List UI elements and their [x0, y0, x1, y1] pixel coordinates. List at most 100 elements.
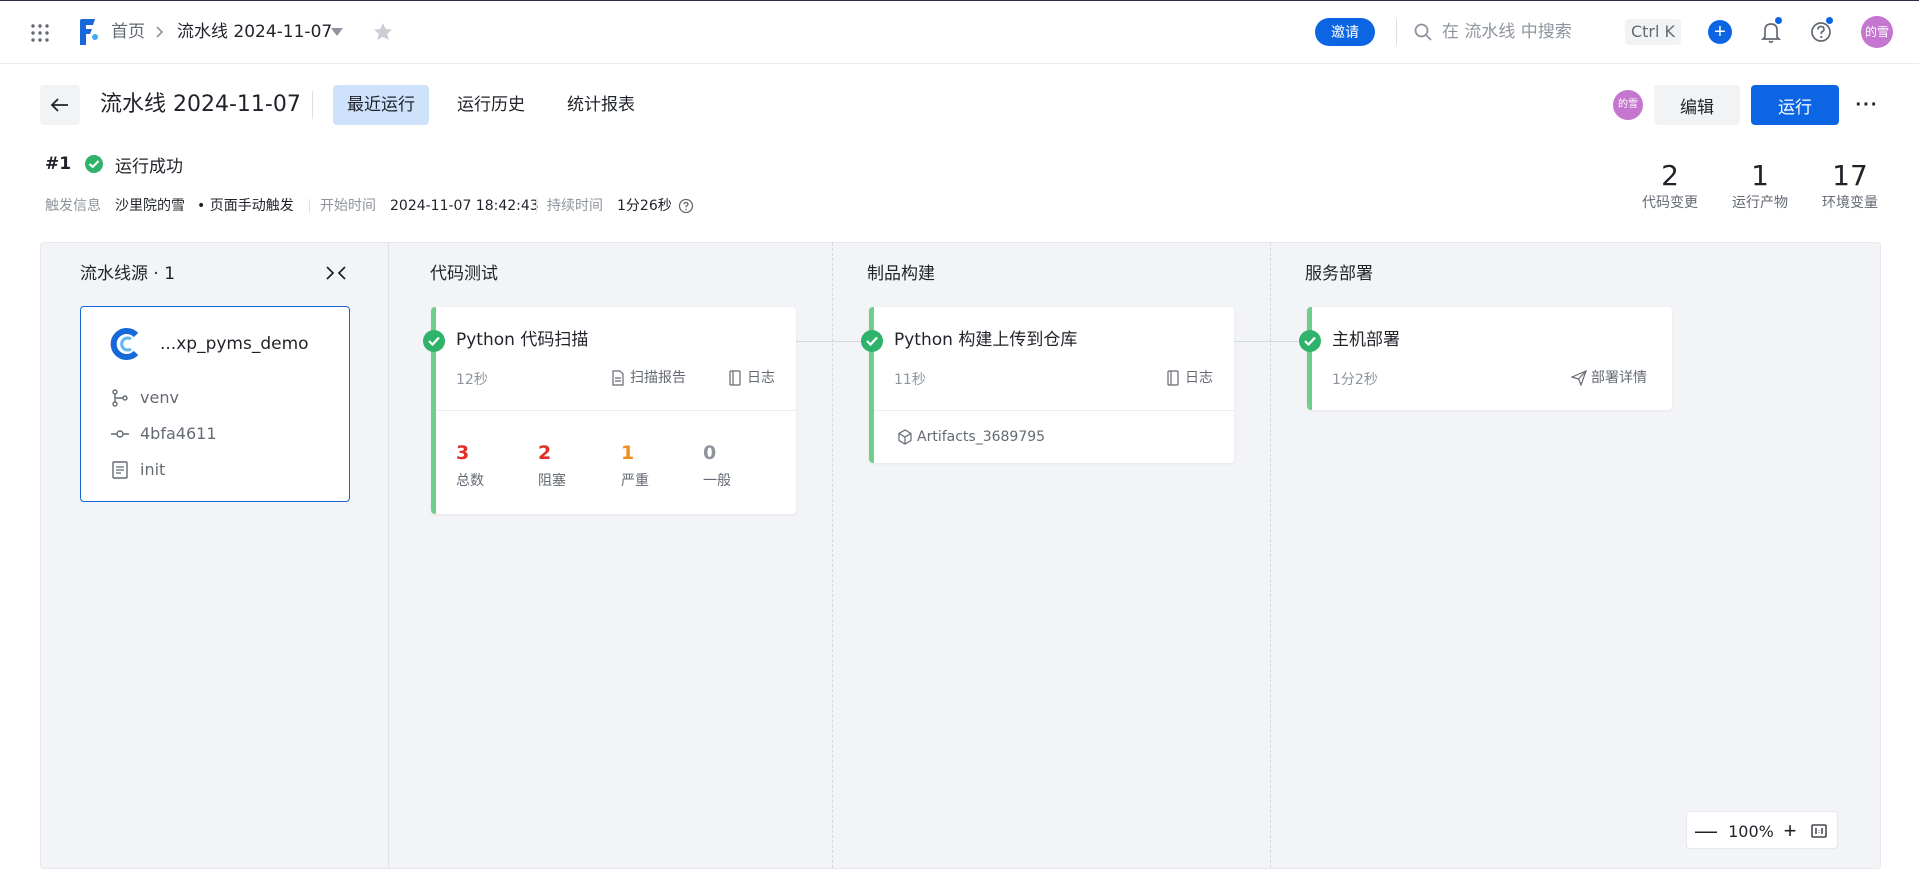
- edit-button[interactable]: 编辑: [1654, 85, 1740, 125]
- link-label: 日志: [1185, 370, 1213, 386]
- job-duration: 12秒: [456, 372, 488, 388]
- package-icon: [898, 429, 912, 445]
- zoom-out-button[interactable]: —: [1695, 820, 1717, 842]
- brand-logo-icon[interactable]: [77, 17, 99, 47]
- invite-button[interactable]: 邀请: [1315, 18, 1375, 46]
- metric-critical[interactable]: 1 严重: [621, 442, 649, 490]
- help-dot: [1825, 16, 1834, 25]
- metric-value: 2: [538, 442, 552, 464]
- job-name[interactable]: 主机部署: [1332, 328, 1400, 352]
- stat-value: 1: [1751, 159, 1769, 192]
- app-grid-icon[interactable]: [30, 23, 50, 43]
- stage-title-deploy: 服务部署: [1305, 264, 1373, 284]
- start-time-label: 开始时间: [320, 198, 376, 214]
- search-icon: [1414, 23, 1432, 41]
- more-options-button[interactable]: ···: [1853, 91, 1881, 119]
- metric-total[interactable]: 3 总数: [456, 442, 484, 490]
- stage-divider: [1270, 243, 1271, 868]
- job-duration: 11秒: [894, 372, 926, 388]
- git-branch-icon: [112, 389, 128, 407]
- create-button[interactable]: +: [1708, 20, 1732, 44]
- page-title: 流水线 2024-11-07: [100, 92, 301, 117]
- search-shortcut-badge: Ctrl K: [1625, 19, 1681, 45]
- tab-statistics[interactable]: 统计报表: [553, 85, 649, 125]
- success-check-icon: [1299, 330, 1321, 352]
- divider: [874, 410, 1234, 411]
- zoom-in-button[interactable]: +: [1779, 820, 1801, 842]
- arrow-left-icon: [50, 98, 68, 112]
- stage-divider: [832, 243, 833, 868]
- tab-run-history[interactable]: 运行历史: [443, 85, 539, 125]
- user-avatar[interactable]: 的雪: [1861, 16, 1893, 48]
- metric-value: 3: [456, 442, 470, 464]
- divider: [1396, 19, 1397, 45]
- stat-env-vars[interactable]: 17 环境变量: [1810, 159, 1890, 213]
- trigger-label: 触发信息: [45, 198, 101, 214]
- repo-name[interactable]: ...xp_pyms_demo: [160, 334, 309, 354]
- metric-blocker[interactable]: 2 阻塞: [538, 442, 566, 490]
- stat-artifacts[interactable]: 1 运行产物: [1720, 159, 1800, 213]
- source-panel-title: 流水线源 · 1: [80, 264, 176, 284]
- question-circle-icon[interactable]: [678, 198, 694, 214]
- job-name[interactable]: Python 构建上传到仓库: [894, 328, 1077, 352]
- commit-hash[interactable]: 4bfa4611: [140, 423, 217, 445]
- metric-label: 一般: [703, 473, 731, 489]
- stage-title-code-test: 代码测试: [430, 264, 498, 284]
- run-status: 运行成功: [115, 157, 183, 177]
- log-link[interactable]: 日志: [1167, 368, 1213, 388]
- run-button[interactable]: 运行: [1751, 85, 1839, 125]
- metric-normal[interactable]: 0 一般: [703, 442, 731, 490]
- run-number: #1: [45, 154, 72, 174]
- notification-dot: [1774, 16, 1783, 25]
- send-icon: [1571, 370, 1587, 386]
- stage-title-build: 制品构建: [867, 264, 935, 284]
- caret-down-icon[interactable]: [331, 28, 343, 36]
- branch-name: venv: [140, 388, 179, 407]
- owner-avatar[interactable]: 的雪: [1613, 90, 1643, 120]
- log-icon: [1167, 370, 1179, 386]
- breadcrumb-current[interactable]: 流水线 2024-11-07: [177, 21, 332, 43]
- job-name[interactable]: Python 代码扫描: [456, 328, 588, 352]
- star-icon[interactable]: [372, 21, 394, 43]
- success-check-icon: [861, 330, 883, 352]
- start-time-value: 2024-11-07 18:42:43: [390, 198, 539, 214]
- scan-report-link[interactable]: 扫描报告: [612, 368, 686, 388]
- stat-label: 代码变更: [1642, 195, 1698, 211]
- tab-recent-runs[interactable]: 最近运行: [333, 85, 429, 125]
- job-card-code-scan[interactable]: Python 代码扫描 12秒 扫描报告 日志 3 总数 2 阻塞 1 严重 0…: [423, 307, 796, 514]
- zoom-level: 100%: [1728, 822, 1774, 841]
- deploy-details-link[interactable]: 部署详情: [1571, 368, 1647, 388]
- zoom-controls: — 100% +: [1686, 811, 1838, 849]
- metric-label: 严重: [621, 473, 649, 489]
- job-card-deploy[interactable]: 主机部署 1分2秒 部署详情: [1299, 307, 1672, 410]
- source-card[interactable]: ...xp_pyms_demo venv 4bfa4611 init: [80, 306, 350, 502]
- divider: [312, 91, 313, 119]
- divider: [536, 199, 537, 213]
- stage-connector: [1234, 341, 1306, 342]
- trigger-user[interactable]: 沙里院的雪: [115, 196, 185, 216]
- divider: [436, 410, 796, 411]
- stat-label: 运行产物: [1732, 195, 1788, 211]
- job-duration: 1分2秒: [1332, 372, 1378, 388]
- stat-value: 2: [1661, 159, 1679, 192]
- fit-to-screen-icon[interactable]: [1811, 824, 1827, 838]
- job-card-build[interactable]: Python 构建上传到仓库 11秒 日志 Artifacts_3689795: [861, 307, 1234, 463]
- breadcrumb-home[interactable]: 首页: [111, 21, 145, 43]
- document-icon: [112, 461, 128, 479]
- search-input[interactable]: [1442, 18, 1612, 46]
- metric-value: 1: [621, 442, 635, 464]
- back-button[interactable]: [40, 85, 80, 125]
- top-navigation: 首页 流水线 2024-11-07 邀请 Ctrl K + 的雪: [0, 1, 1919, 64]
- log-link[interactable]: 日志: [729, 368, 775, 388]
- link-label: 部署详情: [1591, 370, 1647, 386]
- link-label: 扫描报告: [630, 370, 686, 386]
- duration-label: 持续时间: [547, 198, 603, 214]
- artifact-link[interactable]: Artifacts_3689795: [898, 427, 1045, 447]
- collapse-icon[interactable]: [325, 263, 347, 283]
- divider: [309, 199, 310, 213]
- stat-label: 环境变量: [1822, 195, 1878, 211]
- metric-label: 阻塞: [538, 473, 566, 489]
- log-icon: [729, 370, 741, 386]
- stat-code-changes[interactable]: 2 代码变更: [1630, 159, 1710, 213]
- report-icon: [612, 370, 624, 386]
